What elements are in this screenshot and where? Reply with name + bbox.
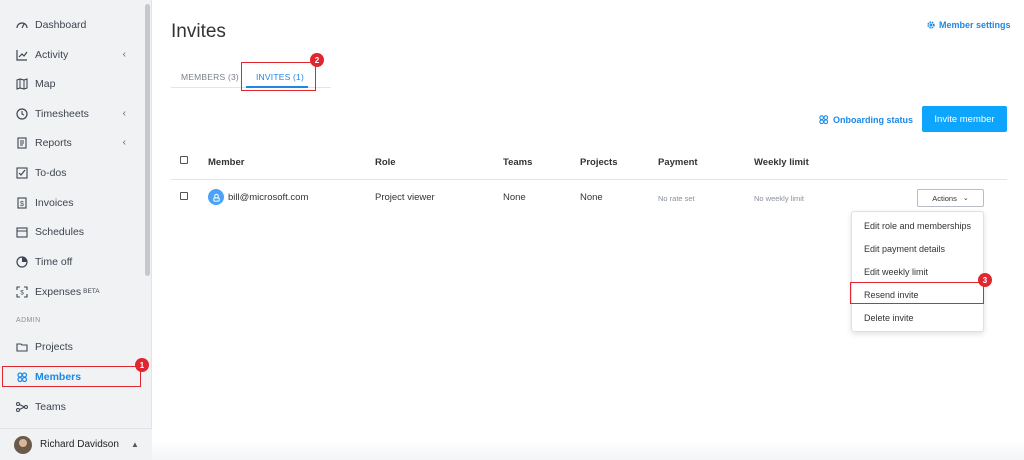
sidebar-item-label: Teams bbox=[35, 401, 66, 413]
beta-badge: BETA bbox=[83, 287, 100, 295]
member-settings-link[interactable]: Member settings bbox=[926, 20, 1011, 30]
chevron-left-icon: ‹ bbox=[122, 49, 126, 60]
caret-up-icon: ▲ bbox=[130, 440, 139, 449]
member-teams: None bbox=[503, 192, 526, 203]
folder-icon bbox=[16, 341, 28, 353]
avatar bbox=[14, 435, 32, 454]
column-header-weekly-limit: Weekly limit bbox=[754, 157, 809, 168]
highlight-members bbox=[2, 366, 141, 387]
sidebar: Dashboard Activity ‹ Map Timesheets ‹ Re… bbox=[0, 0, 152, 460]
sidebar-item-label: Dashboard bbox=[35, 19, 87, 31]
user-menu[interactable]: Richard Davidson ▲ bbox=[0, 428, 152, 460]
map-icon bbox=[16, 78, 28, 90]
sidebar-item-map[interactable]: Map bbox=[0, 73, 140, 95]
sidebar-item-time-off[interactable]: Time off bbox=[0, 251, 140, 273]
svg-text:$: $ bbox=[20, 201, 24, 208]
teams-icon bbox=[16, 401, 28, 413]
calendar-icon bbox=[16, 226, 28, 238]
member-projects: None bbox=[580, 192, 603, 203]
column-header-projects: Projects bbox=[580, 157, 618, 168]
sidebar-item-dashboard[interactable]: Dashboard bbox=[0, 14, 140, 36]
invited-user-icon bbox=[208, 189, 224, 205]
menu-item-edit-weekly-limit[interactable]: Edit weekly limit bbox=[864, 267, 928, 277]
checkbox-icon bbox=[16, 167, 28, 179]
table-header-divider bbox=[171, 179, 1007, 180]
onboarding-status-label: Onboarding status bbox=[833, 114, 914, 125]
column-header-payment: Payment bbox=[658, 157, 698, 168]
user-name: Richard Davidson bbox=[40, 439, 119, 450]
column-header-teams: Teams bbox=[503, 157, 533, 168]
sidebar-item-reports[interactable]: Reports ‹ bbox=[0, 132, 140, 154]
sidebar-item-label: Projects bbox=[35, 341, 73, 353]
tab-members[interactable]: MEMBERS (3) bbox=[181, 72, 239, 82]
row-checkbox[interactable] bbox=[180, 192, 188, 200]
sidebar-item-teams[interactable]: Teams bbox=[0, 396, 140, 418]
members-icon bbox=[819, 115, 829, 125]
step-badge-3: 3 bbox=[978, 273, 992, 287]
chevron-down-icon: ⌄ bbox=[962, 195, 969, 202]
highlight-invites-tab bbox=[241, 62, 316, 91]
step-badge-2: 2 bbox=[310, 53, 324, 67]
sidebar-item-activity[interactable]: Activity ‹ bbox=[0, 44, 140, 66]
invite-member-button[interactable]: Invite member bbox=[922, 106, 1007, 132]
actions-label: Actions bbox=[932, 193, 957, 203]
svg-text:$: $ bbox=[20, 291, 24, 297]
chevron-left-icon: ‹ bbox=[122, 137, 126, 148]
menu-item-edit-payment[interactable]: Edit payment details bbox=[864, 244, 945, 254]
sidebar-item-label: Schedules bbox=[35, 226, 85, 238]
sidebar-item-label: Reports bbox=[35, 137, 72, 149]
member-settings-label: Member settings bbox=[939, 20, 1011, 30]
bottom-fade bbox=[152, 440, 1024, 460]
member-weekly-limit: No weekly limit bbox=[754, 194, 805, 203]
sidebar-item-invoices[interactable]: $ Invoices bbox=[0, 192, 140, 214]
sidebar-item-schedules[interactable]: Schedules bbox=[0, 221, 140, 243]
sidebar-item-label: Activity bbox=[35, 49, 69, 61]
pie-icon bbox=[16, 256, 28, 268]
clock-icon bbox=[16, 108, 28, 120]
onboarding-status-link[interactable]: Onboarding status bbox=[818, 114, 913, 125]
sidebar-scrollbar[interactable] bbox=[145, 4, 150, 276]
member-email: bill@microsoft.com bbox=[228, 192, 309, 203]
sidebar-item-label: To-dos bbox=[35, 167, 67, 179]
member-payment: No rate set bbox=[658, 194, 695, 203]
sidebar-item-label: Time off bbox=[35, 256, 73, 268]
expenses-icon: $ bbox=[16, 286, 28, 298]
member-role: Project viewer bbox=[375, 192, 435, 203]
sidebar-item-expenses[interactable]: $ Expenses BETA bbox=[0, 281, 140, 303]
sidebar-item-projects[interactable]: Projects bbox=[0, 336, 140, 358]
menu-item-edit-role[interactable]: Edit role and memberships bbox=[864, 221, 971, 231]
activity-chart-icon bbox=[16, 49, 28, 61]
actions-menu: Edit role and memberships Edit payment d… bbox=[851, 211, 984, 332]
admin-section-label: ADMIN bbox=[16, 317, 41, 324]
menu-item-delete-invite[interactable]: Delete invite bbox=[864, 313, 914, 323]
invoice-icon: $ bbox=[16, 197, 28, 209]
page-title: Invites bbox=[171, 21, 226, 42]
gear-icon bbox=[927, 21, 935, 29]
sidebar-item-label: Expenses bbox=[35, 286, 82, 298]
sidebar-item-label: Timesheets bbox=[35, 108, 89, 120]
step-badge-1: 1 bbox=[135, 358, 149, 372]
sidebar-item-label: Invoices bbox=[35, 197, 74, 209]
actions-dropdown-button[interactable]: Actions ⌄ bbox=[917, 189, 984, 207]
dashboard-icon bbox=[16, 19, 28, 31]
select-all-checkbox[interactable] bbox=[180, 156, 188, 164]
column-header-role: Role bbox=[375, 157, 396, 168]
chevron-left-icon: ‹ bbox=[122, 108, 126, 119]
highlight-resend-invite bbox=[850, 282, 984, 304]
sidebar-item-timesheets[interactable]: Timesheets ‹ bbox=[0, 103, 140, 125]
sidebar-item-label: Map bbox=[35, 78, 56, 90]
sidebar-item-todos[interactable]: To-dos bbox=[0, 162, 140, 184]
report-icon bbox=[16, 137, 28, 149]
column-header-member: Member bbox=[208, 157, 245, 168]
